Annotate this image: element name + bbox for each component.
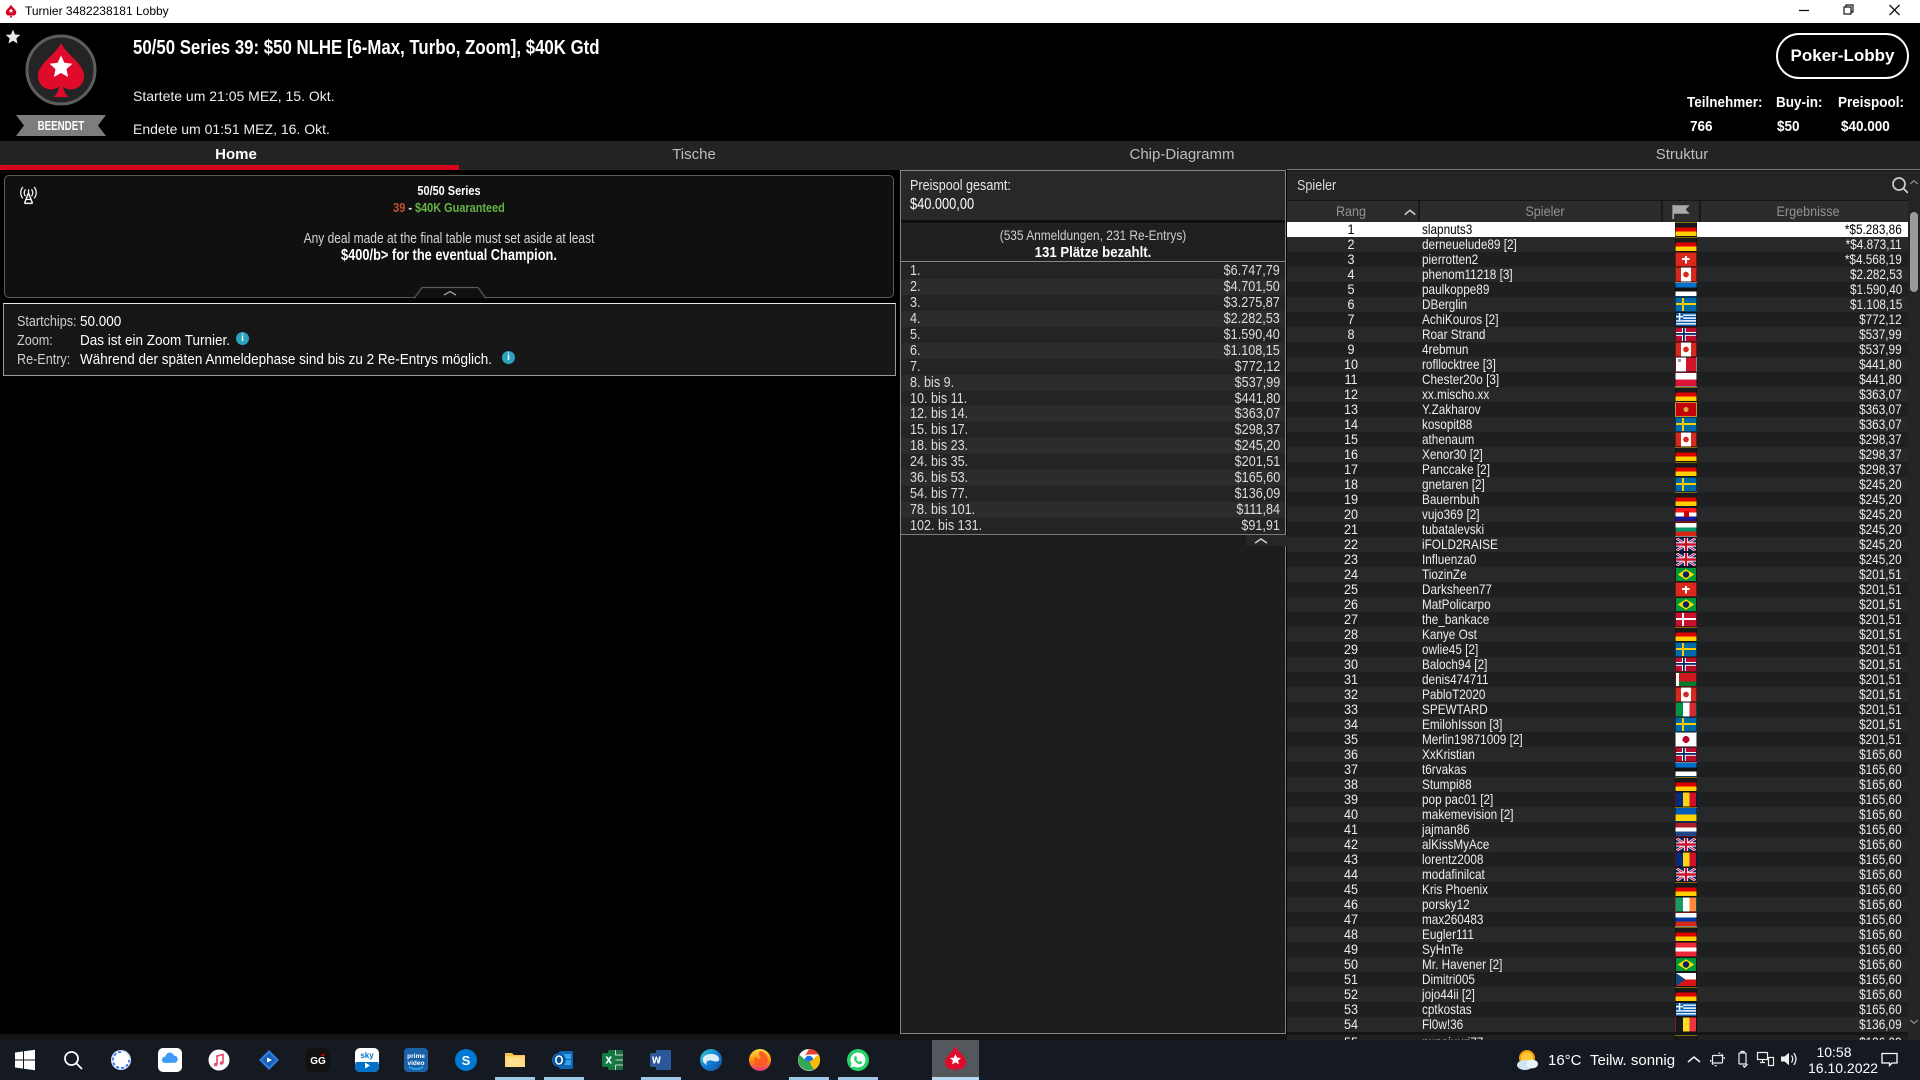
svg-text:sky: sky [360, 1051, 374, 1060]
svg-text:GG: GG [310, 1056, 326, 1067]
svg-text:video: video [408, 1060, 425, 1067]
svg-text:S: S [462, 1053, 471, 1068]
svg-text:prime: prime [407, 1053, 425, 1060]
